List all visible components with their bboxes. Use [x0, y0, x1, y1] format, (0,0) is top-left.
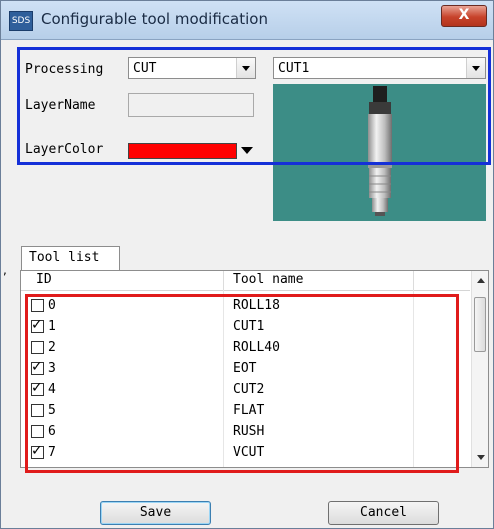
column-header-id[interactable]: ID [36, 272, 52, 287]
scroll-thumb[interactable] [474, 297, 486, 352]
column-separator [413, 271, 414, 290]
window-title: Configurable tool modification [41, 10, 268, 28]
scroll-down-icon[interactable] [472, 449, 488, 466]
title-bar: SDS Configurable tool modification X [1, 1, 493, 40]
highlight-box-red [25, 294, 459, 473]
highlight-box-blue [17, 47, 491, 165]
column-separator [223, 271, 224, 290]
save-button[interactable]: Save [100, 501, 211, 525]
tab-tool-list-label: Tool list [29, 250, 100, 265]
column-header-tool-name[interactable]: Tool name [233, 272, 303, 287]
dialog-window: SDS Configurable tool modification X , P… [0, 0, 494, 529]
scroll-up-icon[interactable] [472, 272, 488, 289]
close-button[interactable]: X [441, 5, 487, 27]
app-icon: SDS [9, 11, 33, 31]
table-header: ID Tool name [21, 271, 470, 291]
vertical-scrollbar[interactable] [471, 271, 488, 467]
side-mark: , [3, 263, 7, 277]
cancel-button[interactable]: Cancel [328, 501, 439, 525]
tab-tool-list[interactable]: Tool list [21, 246, 120, 270]
